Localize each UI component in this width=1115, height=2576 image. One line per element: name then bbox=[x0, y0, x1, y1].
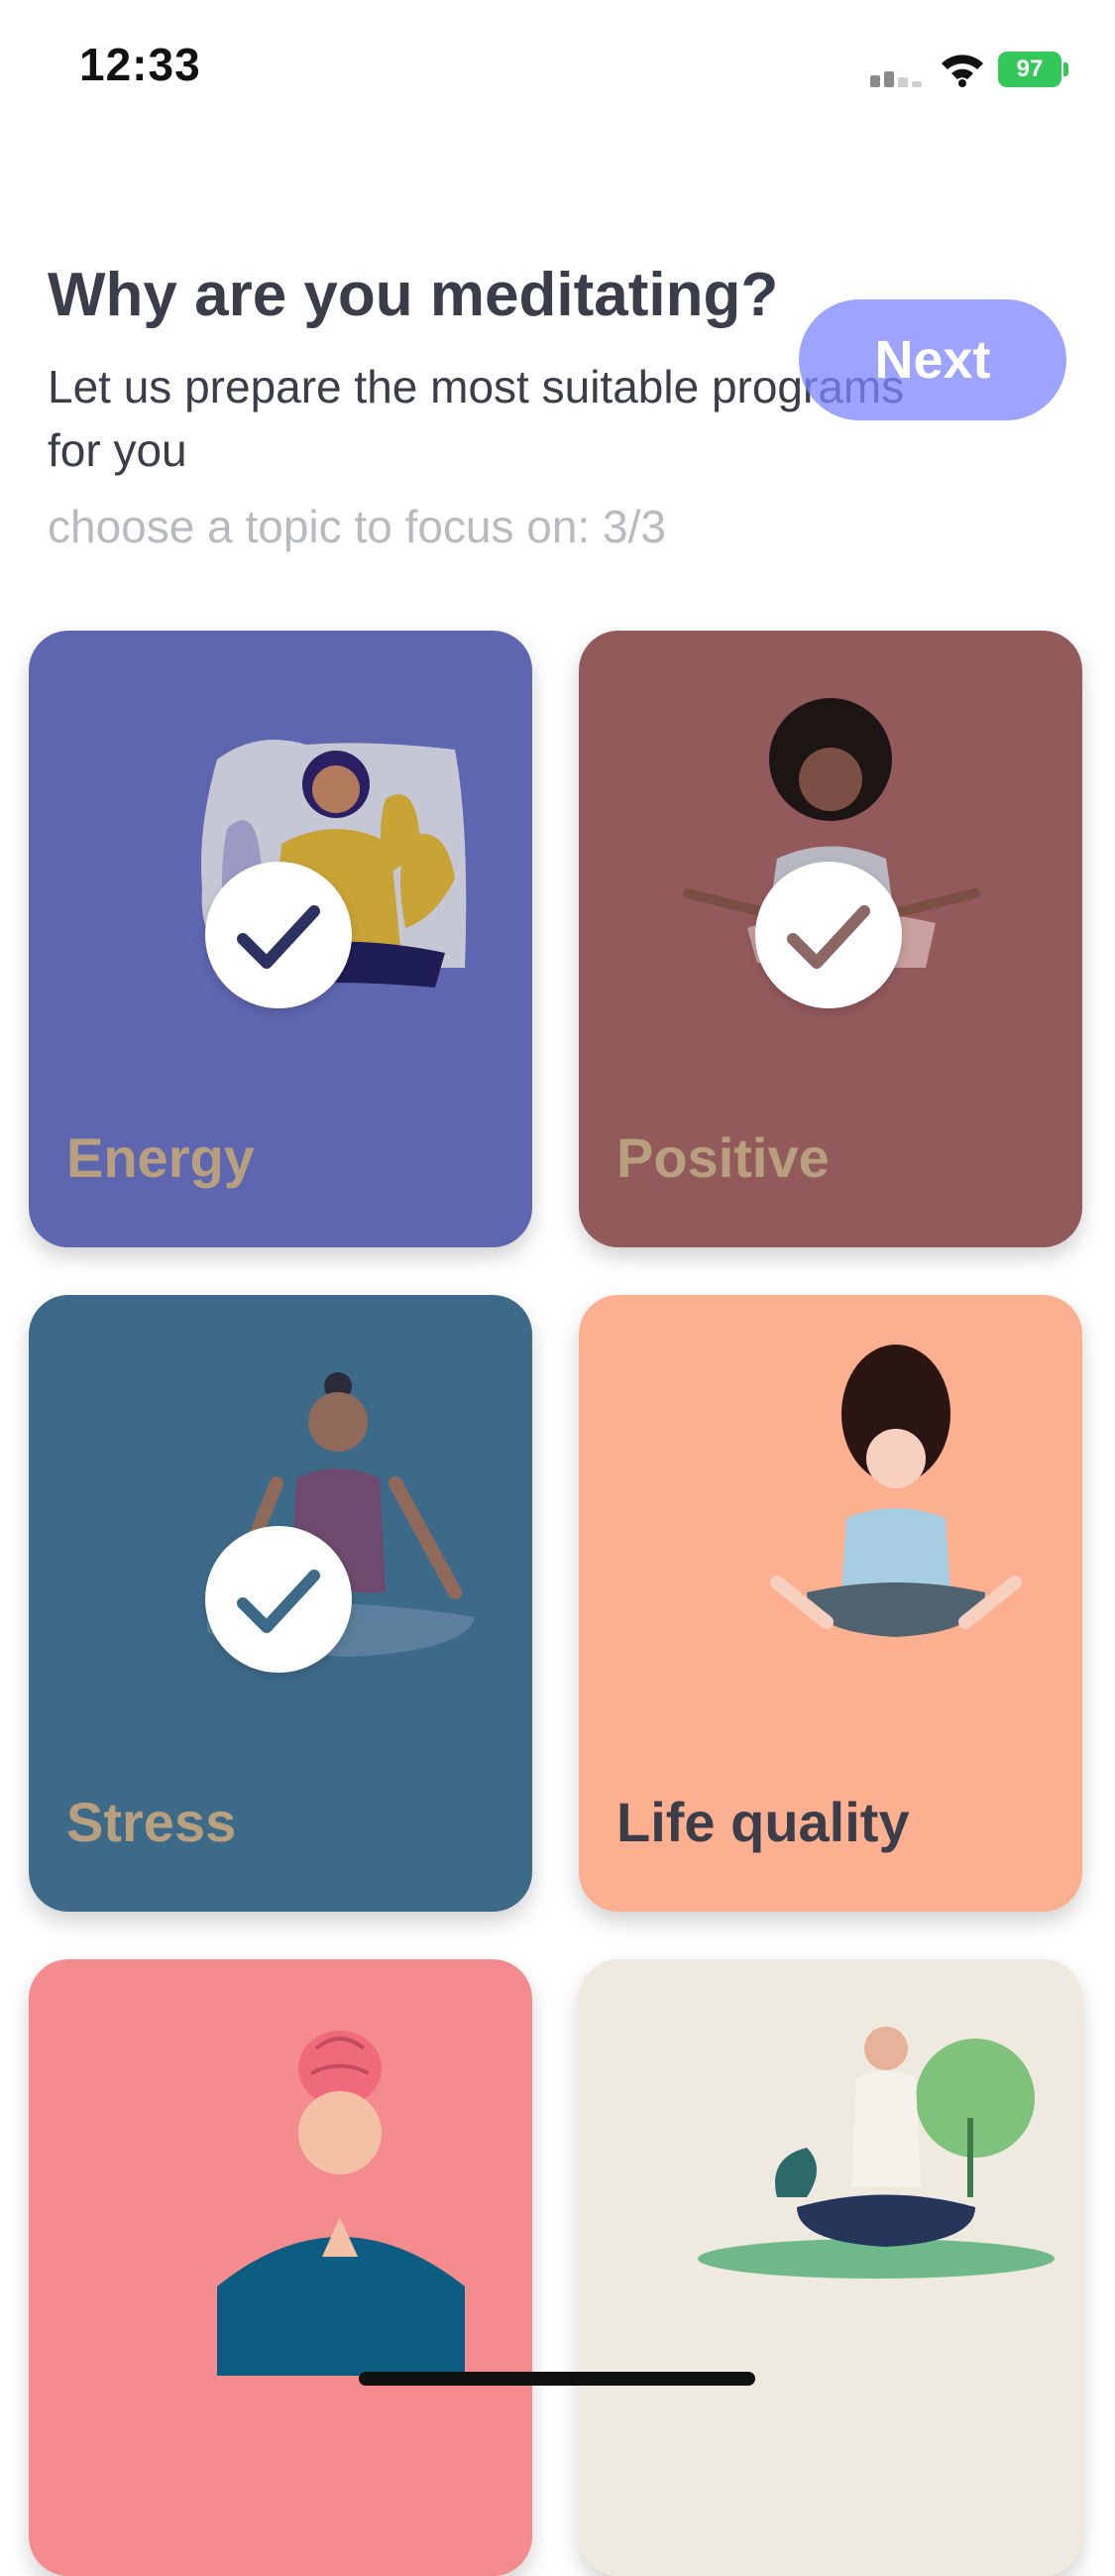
card-label: Life quality bbox=[616, 1791, 910, 1853]
card-label: Energy bbox=[66, 1126, 255, 1189]
topic-card-life-quality[interactable]: Life quality bbox=[579, 1295, 1082, 1912]
page-title: Why are you meditating? bbox=[48, 261, 779, 329]
check-icon bbox=[205, 1526, 352, 1673]
topic-card-nature[interactable] bbox=[579, 1959, 1082, 2576]
check-icon bbox=[205, 862, 352, 1008]
meditating-man-brain-illustration bbox=[217, 2031, 465, 2376]
topic-card-energy[interactable]: Energy bbox=[29, 631, 532, 1247]
home-indicator[interactable] bbox=[359, 2372, 755, 2386]
topic-card-stress[interactable]: Stress bbox=[29, 1295, 532, 1912]
topic-card-positive[interactable]: Positive bbox=[579, 631, 1082, 1247]
meditating-man-tree-illustration bbox=[698, 2027, 1055, 2279]
selection-progress: choose a topic to focus on: 3/3 bbox=[48, 501, 666, 552]
topic-card-mind[interactable] bbox=[29, 1959, 532, 2576]
next-button[interactable]: Next bbox=[799, 299, 1066, 420]
card-label: Positive bbox=[616, 1126, 830, 1189]
check-icon bbox=[755, 862, 902, 1008]
card-label: Stress bbox=[66, 1791, 237, 1853]
header: Why are you meditating? Let us prepare t… bbox=[0, 0, 1115, 595]
